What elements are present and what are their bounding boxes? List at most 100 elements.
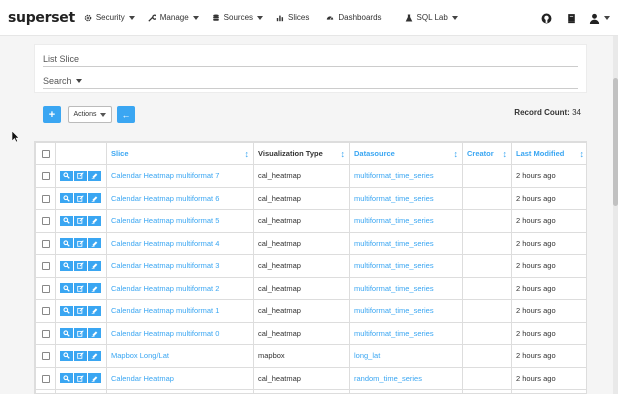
github-link[interactable]	[541, 13, 552, 24]
sort-icon[interactable]: ↕	[341, 149, 346, 159]
delete-icon[interactable]	[88, 238, 101, 249]
slice-link[interactable]: Calendar Heatmap multiformat 4	[111, 239, 219, 248]
docs-link[interactable]	[566, 13, 577, 24]
col-datasource[interactable]: Datasource ↕	[349, 142, 463, 165]
last-modified-value: 2 hours ago	[516, 306, 556, 316]
row-checkbox[interactable]	[41, 329, 50, 338]
datasource-link[interactable]: multiformat_time_series	[354, 306, 434, 315]
delete-icon[interactable]	[88, 215, 101, 226]
back-button[interactable]: ←	[117, 106, 135, 123]
nav-sources[interactable]: Sources	[212, 13, 264, 22]
viz-type-value: cal_heatmap	[258, 193, 301, 203]
edit-icon[interactable]	[74, 238, 87, 249]
row-checkbox[interactable]	[41, 217, 50, 226]
view-icon[interactable]	[60, 328, 73, 339]
delete-icon[interactable]	[88, 193, 101, 204]
delete-icon[interactable]	[88, 350, 101, 361]
delete-icon[interactable]	[88, 170, 101, 181]
slice-link[interactable]: Calendar Heatmap multiformat 1	[111, 306, 219, 315]
slice-link[interactable]: Calendar Heatmap multiformat 7	[111, 171, 219, 180]
nav-security[interactable]: Security	[84, 13, 135, 22]
last-modified-value: 2 hours ago	[516, 373, 556, 383]
row-checkbox[interactable]	[41, 374, 50, 383]
edit-icon[interactable]	[74, 170, 87, 181]
viz-type-value: cal_heatmap	[258, 261, 301, 271]
slice-link[interactable]: Calendar Heatmap	[111, 374, 174, 383]
slice-link[interactable]: Calendar Heatmap multiformat 0	[111, 329, 219, 338]
nav-slices-label: Slices	[288, 13, 310, 22]
sort-icon[interactable]: ↕	[580, 149, 585, 159]
row-checkbox[interactable]	[41, 307, 50, 316]
view-icon[interactable]	[60, 283, 73, 294]
edit-icon[interactable]	[74, 215, 87, 226]
scrollbar-thumb[interactable]	[613, 78, 618, 206]
col-datasource-label: Datasource	[354, 148, 395, 158]
slice-link[interactable]: Calendar Heatmap multiformat 3	[111, 261, 219, 270]
col-viz-type[interactable]: Visualization Type ↕	[253, 142, 350, 165]
edit-icon[interactable]	[74, 305, 87, 316]
slice-link[interactable]: Mapbox Long/Lat	[111, 351, 169, 360]
user-menu[interactable]	[589, 13, 610, 24]
search-toggle[interactable]: Search	[43, 76, 82, 86]
view-icon[interactable]	[60, 350, 73, 361]
datasource-link[interactable]: multiformat_time_series	[354, 261, 434, 270]
view-icon[interactable]	[60, 305, 73, 316]
view-icon[interactable]	[60, 193, 73, 204]
view-icon[interactable]	[60, 170, 73, 181]
slice-link[interactable]: Calendar Heatmap multiformat 2	[111, 284, 219, 293]
row-checkbox[interactable]	[41, 352, 50, 361]
row-checkbox[interactable]	[41, 239, 50, 248]
col-slice[interactable]: Slice ↕	[106, 142, 254, 165]
row-actions	[60, 328, 102, 339]
edit-icon[interactable]	[74, 193, 87, 204]
nav-slices[interactable]: Slices	[276, 13, 309, 22]
edit-icon[interactable]	[74, 260, 87, 271]
sort-icon[interactable]: ↕	[245, 149, 250, 159]
datasource-link[interactable]: multiformat_time_series	[354, 171, 434, 180]
col-last-modified[interactable]: Last Modified ↕	[511, 142, 586, 165]
view-icon[interactable]	[60, 215, 73, 226]
delete-icon[interactable]	[88, 283, 101, 294]
sort-icon[interactable]: ↕	[454, 149, 459, 159]
page-scrollbar[interactable]	[613, 36, 618, 394]
view-icon[interactable]	[60, 260, 73, 271]
viz-type-cell: cal_heatmap	[253, 366, 350, 390]
edit-icon[interactable]	[74, 373, 87, 384]
delete-icon[interactable]	[88, 305, 101, 316]
sort-icon[interactable]: ↕	[503, 149, 508, 159]
nav-sql-lab[interactable]: SQL Lab	[405, 13, 458, 22]
datasource-link[interactable]: multiformat_time_series	[354, 284, 434, 293]
add-button[interactable]: +	[43, 106, 61, 123]
slice-link[interactable]: Calendar Heatmap multiformat 5	[111, 216, 219, 225]
datasource-link[interactable]: multiformat_time_series	[354, 329, 434, 338]
row-checkbox[interactable]	[41, 262, 50, 271]
add-icon: +	[48, 108, 56, 121]
brand-logo[interactable]: superset	[8, 10, 75, 26]
row-actions-cell	[55, 209, 107, 233]
datasource-link[interactable]: multiformat_time_series	[354, 216, 434, 225]
row-checkbox[interactable]	[41, 284, 50, 293]
row-checkbox[interactable]	[41, 194, 50, 203]
delete-icon[interactable]	[88, 328, 101, 339]
row-checkbox[interactable]	[41, 172, 50, 181]
col-creator[interactable]: Creator ↕	[462, 142, 512, 165]
nav-dashboards[interactable]: Dashboards	[326, 13, 382, 22]
datasource-link[interactable]: long_lat	[354, 351, 380, 360]
edit-icon[interactable]	[74, 350, 87, 361]
record-count: Record Count: 34	[514, 108, 581, 117]
actions-dropdown[interactable]: Actions	[68, 106, 112, 123]
select-all-checkbox[interactable]	[41, 150, 50, 158]
nav-manage[interactable]: Manage	[148, 13, 199, 22]
edit-icon[interactable]	[74, 328, 87, 339]
view-icon[interactable]	[60, 238, 73, 249]
datasource-link[interactable]: random_time_series	[354, 374, 422, 383]
row-select-cell	[35, 209, 56, 233]
datasource-link[interactable]: multiformat_time_series	[354, 194, 434, 203]
slice-link[interactable]: Calendar Heatmap multiformat 6	[111, 194, 219, 203]
edit-icon[interactable]	[74, 283, 87, 294]
delete-icon[interactable]	[88, 260, 101, 271]
datasource-link[interactable]: multiformat_time_series	[354, 239, 434, 248]
view-icon[interactable]	[60, 373, 73, 384]
delete-icon[interactable]	[88, 373, 101, 384]
row-actions-cell	[55, 389, 107, 393]
